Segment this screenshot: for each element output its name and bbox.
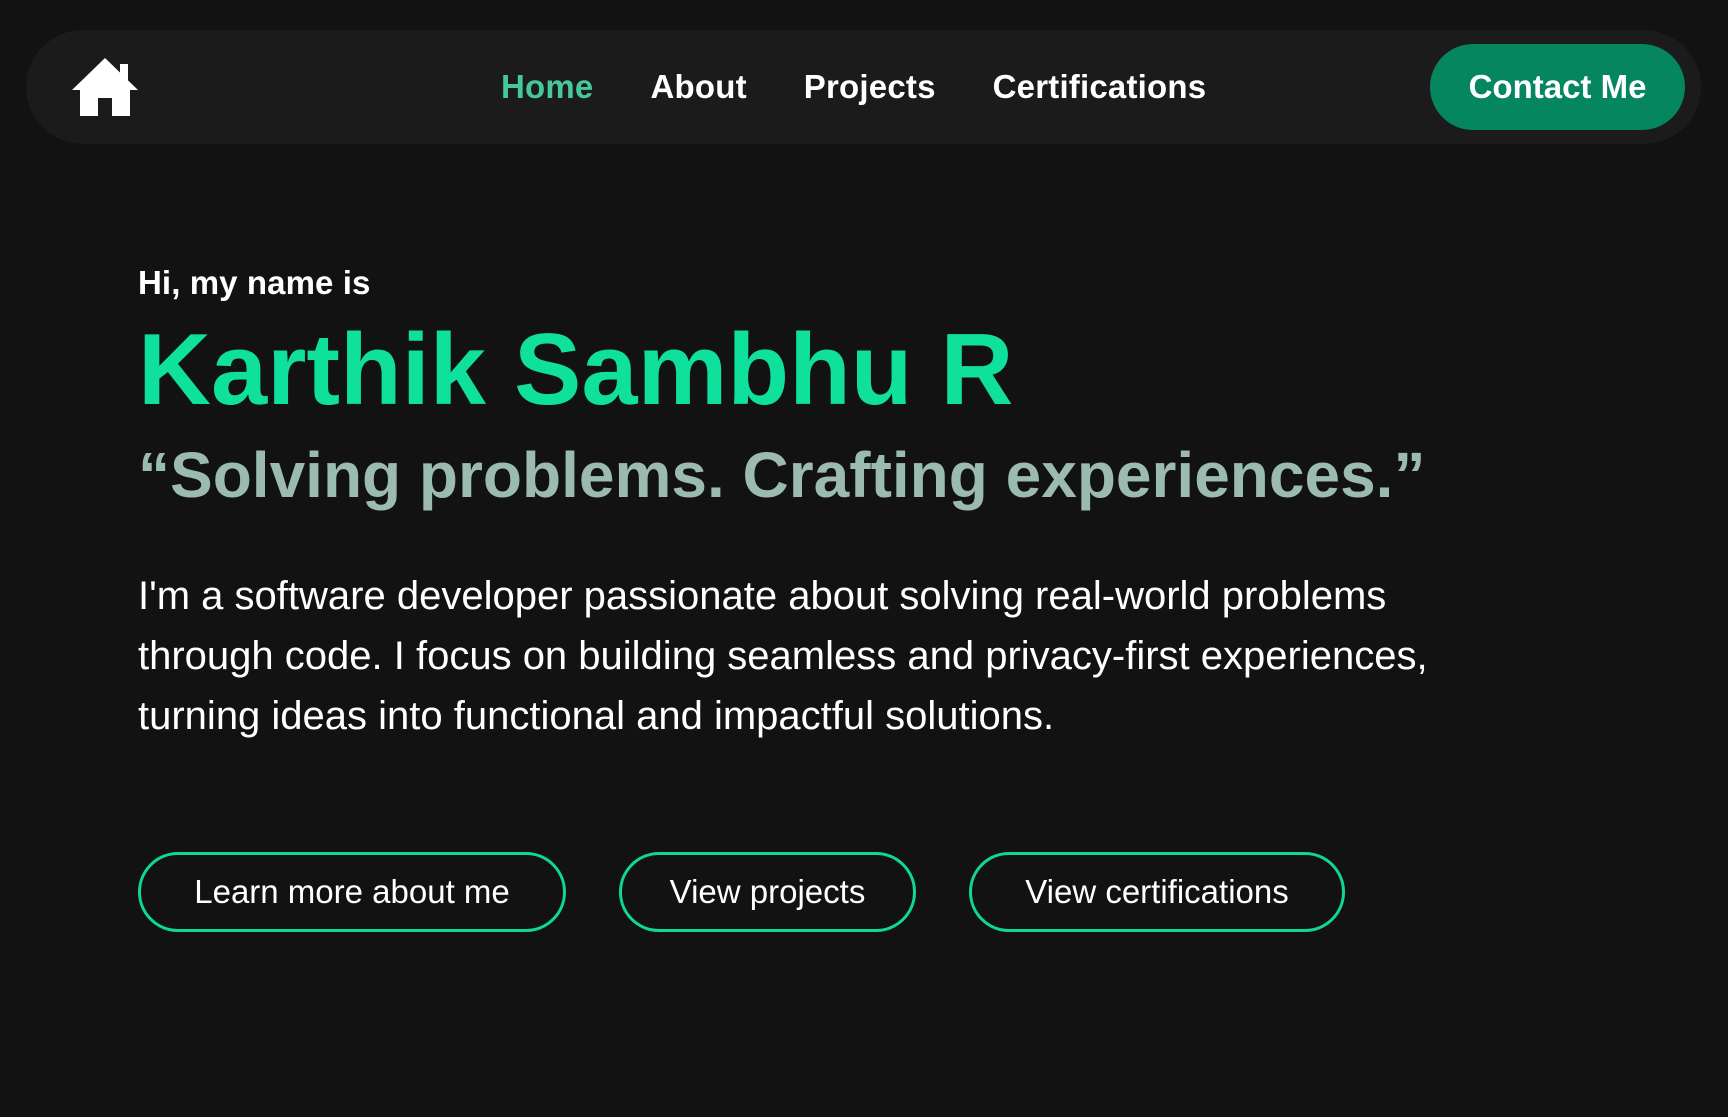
home-icon — [72, 58, 138, 116]
hero-tagline: “Solving problems. Crafting experiences.… — [138, 439, 1426, 511]
hero-introduction: I'm a software developer passionate abou… — [138, 574, 1428, 738]
hero-greeting: Hi, my name is — [138, 264, 371, 301]
hero-name: Karthik Sambhu R — [138, 314, 1014, 426]
home-icon[interactable] — [70, 56, 140, 118]
view-projects-button[interactable]: View projects — [619, 852, 916, 932]
nav-home[interactable]: Home — [501, 68, 594, 106]
nav-about[interactable]: About — [651, 68, 747, 106]
nav-certifications[interactable]: Certifications — [993, 68, 1207, 106]
contact-me-button[interactable]: Contact Me — [1430, 44, 1685, 130]
hero-section: Hi, my name is Karthik Sambhu R “Solving… — [138, 258, 1588, 746]
learn-more-about-me-button[interactable]: Learn more about me — [138, 852, 566, 932]
portfolio-page: Home About Projects Certifications Conta… — [0, 0, 1728, 1117]
view-certifications-button[interactable]: View certifications — [969, 852, 1345, 932]
primary-navigation-links: Home About Projects Certifications — [501, 30, 1263, 144]
nav-projects[interactable]: Projects — [804, 68, 936, 106]
top-navigation-bar: Home About Projects Certifications Conta… — [26, 30, 1701, 144]
hero-action-buttons: Learn more about me View projects View c… — [138, 852, 1345, 932]
